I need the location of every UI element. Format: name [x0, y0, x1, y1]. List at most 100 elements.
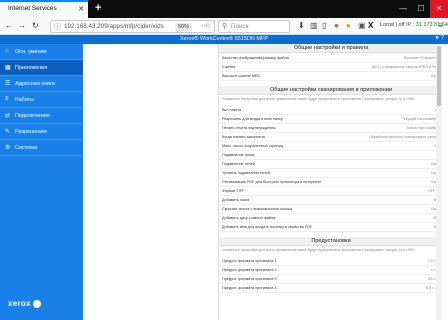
window-controls: — ☐ ✕ [394, 0, 448, 18]
sidebar-item-label: Подключения [15, 113, 50, 119]
row-label: Уровень подавления теней [222, 171, 270, 175]
sidebar-item-label: Система [15, 145, 38, 151]
home-icon: ⌂ [5, 48, 9, 54]
url-bar[interactable]: ⓘ 192.168.43.209/apps/mfp/cider/xids 50%… [50, 20, 215, 33]
settings-panel: Общие настройки и правила Качество изобр… [218, 44, 442, 320]
extension-red-icon[interactable]: ● [334, 21, 339, 30]
scrollbar-thumb[interactable] [437, 46, 441, 106]
section-header: Общие настройки сканирования в приложени… [219, 86, 442, 95]
settings-row[interactable]: Вкл пакетател [219, 106, 442, 115]
sidebar-toggle-icon[interactable]: ▯ [322, 21, 326, 30]
row-value: Обработка частично сканированн. данных [368, 135, 440, 139]
settings-row[interactable]: Качество изображения/размер файла Высокое… [219, 54, 442, 63]
apps-icon: ▦ [5, 65, 11, 71]
browser-tab[interactable]: Internet Services ✕ [0, 0, 88, 18]
settings-row[interactable]: Подавление тенейВыкл [219, 160, 442, 169]
sidebar-item-label: Осн. умение [15, 49, 47, 55]
settings-row[interactable]: Предуст. формата оригинала 3 A5 × 7" [219, 275, 442, 284]
row-value: Только при ошибках [406, 126, 440, 130]
search-icon: ⚲ [222, 23, 228, 30]
section-note: Указанные настройки для всего применения… [222, 248, 415, 252]
settings-row[interactable]: Когда памяти закончена Обработка частично… [219, 133, 442, 142]
user-icon[interactable]: ● [435, 35, 439, 41]
library-icon[interactable]: ▥ [310, 21, 318, 30]
menu-icon[interactable]: ≡ [438, 21, 443, 30]
sidebar-item-jobs[interactable]: ≡ Работы [0, 92, 83, 108]
window-close-icon[interactable]: ✕ [430, 0, 448, 18]
settings-row[interactable]: Макс. число сохраненных страниц100 [219, 142, 442, 151]
row-value: Высокое +Улучшений [403, 56, 440, 60]
row-label: Предуст. формата оригинала 1 [222, 259, 277, 263]
row-label: Оптимизация PDF для быстрого просмотра в… [222, 180, 322, 184]
vpn-status-text: Lorral | off [380, 22, 405, 28]
xerox-ball-icon [32, 299, 41, 308]
downloads-icon[interactable]: ⬇ [298, 21, 305, 30]
help-icon[interactable]: ? [441, 35, 444, 41]
section-header: Общие настройки и правила [219, 44, 442, 53]
row-label: Вкл пакета [222, 108, 242, 112]
sidebar-item-home[interactable]: ⌂ Осн. умение [0, 44, 83, 60]
site-info-icon[interactable]: ⓘ [54, 22, 61, 32]
settings-row[interactable]: Предуст. формата оригинала 4 8.5 × 11" [219, 284, 442, 293]
jobs-icon: ≡ [5, 96, 9, 102]
settings-row[interactable]: Печать отчета подтверждения Только при ош… [219, 124, 442, 133]
sidebar-item-apps[interactable]: ▦ Приложения [0, 60, 83, 76]
page: Xerox® WorkCentre® 6515DN MFP ● ? ⌂ Осн.… [0, 35, 448, 320]
row-label: Макс. число сохраненных страниц [222, 144, 283, 148]
row-label: Качество изображения/размер файла [222, 56, 289, 60]
sidebar-item-system[interactable]: ⚙ Система [0, 140, 83, 156]
row-label: Печать отчета подтверждения [222, 126, 276, 130]
tab-close-icon[interactable]: ✕ [78, 5, 84, 13]
row-label: Разрешать для входа в мою папку [222, 117, 283, 121]
settings-row[interactable]: Добавить имя для входа в систему в свойс… [219, 223, 442, 232]
row-value: Текущий пользователь [401, 117, 440, 121]
maximize-icon[interactable]: ☐ [412, 0, 430, 18]
sidebar-item-connections[interactable]: ⇄ Подключения [0, 108, 83, 124]
url-text[interactable]: 192.168.43.209/apps/mfp/cider/xids [64, 23, 164, 30]
settings-row[interactable]: Скрытие текста с возможностью поискаВыкл [219, 205, 442, 214]
section-note: Указанные настройки для всего применения… [222, 97, 415, 101]
back-icon[interactable]: ← [5, 21, 13, 30]
settings-row[interactable]: Добавить эскизВкл [219, 196, 442, 205]
scrollbar[interactable] [436, 44, 442, 320]
permissions-icon: ✎ [5, 129, 11, 135]
settings-row[interactable]: Формат TIFF TIFF v6 [219, 187, 442, 196]
sidebar-item-label: Адресная книга [15, 81, 55, 87]
settings-row[interactable]: Высокое сжатие MRCВыкл [219, 72, 442, 81]
reload-icon[interactable]: ↻ [32, 21, 39, 30]
logo-text: xerox [8, 299, 31, 308]
settings-row[interactable]: Разрешать для входа в мою папку Текущий п… [219, 115, 442, 124]
sidebar-item-label: Работы [15, 97, 35, 103]
new-tab-icon[interactable]: + [95, 2, 101, 14]
extension-x-icon[interactable]: X [368, 21, 373, 30]
header-icons: ● ? [435, 35, 444, 41]
sidebar-item-label: Приложения [15, 65, 48, 71]
row-label: Сжатие [222, 65, 236, 69]
row-label: Добавить имя для входа в систему в свойс… [222, 225, 313, 229]
settings-row[interactable]: Добавить дату к имени файлаВкл [219, 214, 442, 223]
sidebar-item-permissions[interactable]: ✎ Разрешения [0, 124, 83, 140]
settings-row[interactable]: Оптимизация PDF для быстрого просмотра в… [219, 178, 442, 187]
sidebar-item-address-book[interactable]: ☰ Адресная книга [0, 76, 83, 92]
settings-row[interactable]: Подавление фона [219, 151, 442, 160]
bookmark-star-icon[interactable]: ☆ [205, 22, 211, 30]
browser-tab-bar: Internet Services ✕ + — ☐ ✕ [0, 0, 448, 18]
settings-row[interactable]: Сжатие JBIG2 (графическое сжатие/JPEG и F… [219, 63, 442, 72]
row-label: Предуст. формата оригинала 3 [222, 277, 277, 281]
extension-grey-icon[interactable]: ▣ [358, 21, 366, 30]
zoom-indicator[interactable]: 50% [175, 23, 193, 31]
settings-row[interactable]: Уровень подавления тенейВыкл [219, 169, 442, 178]
settings-row[interactable]: Предуст. формата оригинала 1 3.5 × 5" [219, 257, 442, 266]
settings-row[interactable]: Предуст. формата оригинала 24 × 6" [219, 266, 442, 275]
row-value: JBIG2 (графическое сжатие/JPEG и Flate [371, 65, 440, 69]
forward-icon[interactable]: → [18, 21, 26, 30]
row-label: Подавление теней [222, 162, 255, 166]
row-label: Предуст. формата оригинала 2 [222, 268, 277, 272]
search-box[interactable]: ⚲ Поиск [218, 20, 290, 33]
extension-yellow-icon[interactable]: ● [346, 21, 351, 30]
system-icon: ⚙ [5, 145, 11, 151]
sidebar-item-label: Разрешения [15, 129, 47, 135]
search-placeholder: Поиск [231, 23, 249, 30]
minimize-icon[interactable]: — [394, 0, 412, 18]
row-label: Формат TIFF [222, 189, 245, 193]
